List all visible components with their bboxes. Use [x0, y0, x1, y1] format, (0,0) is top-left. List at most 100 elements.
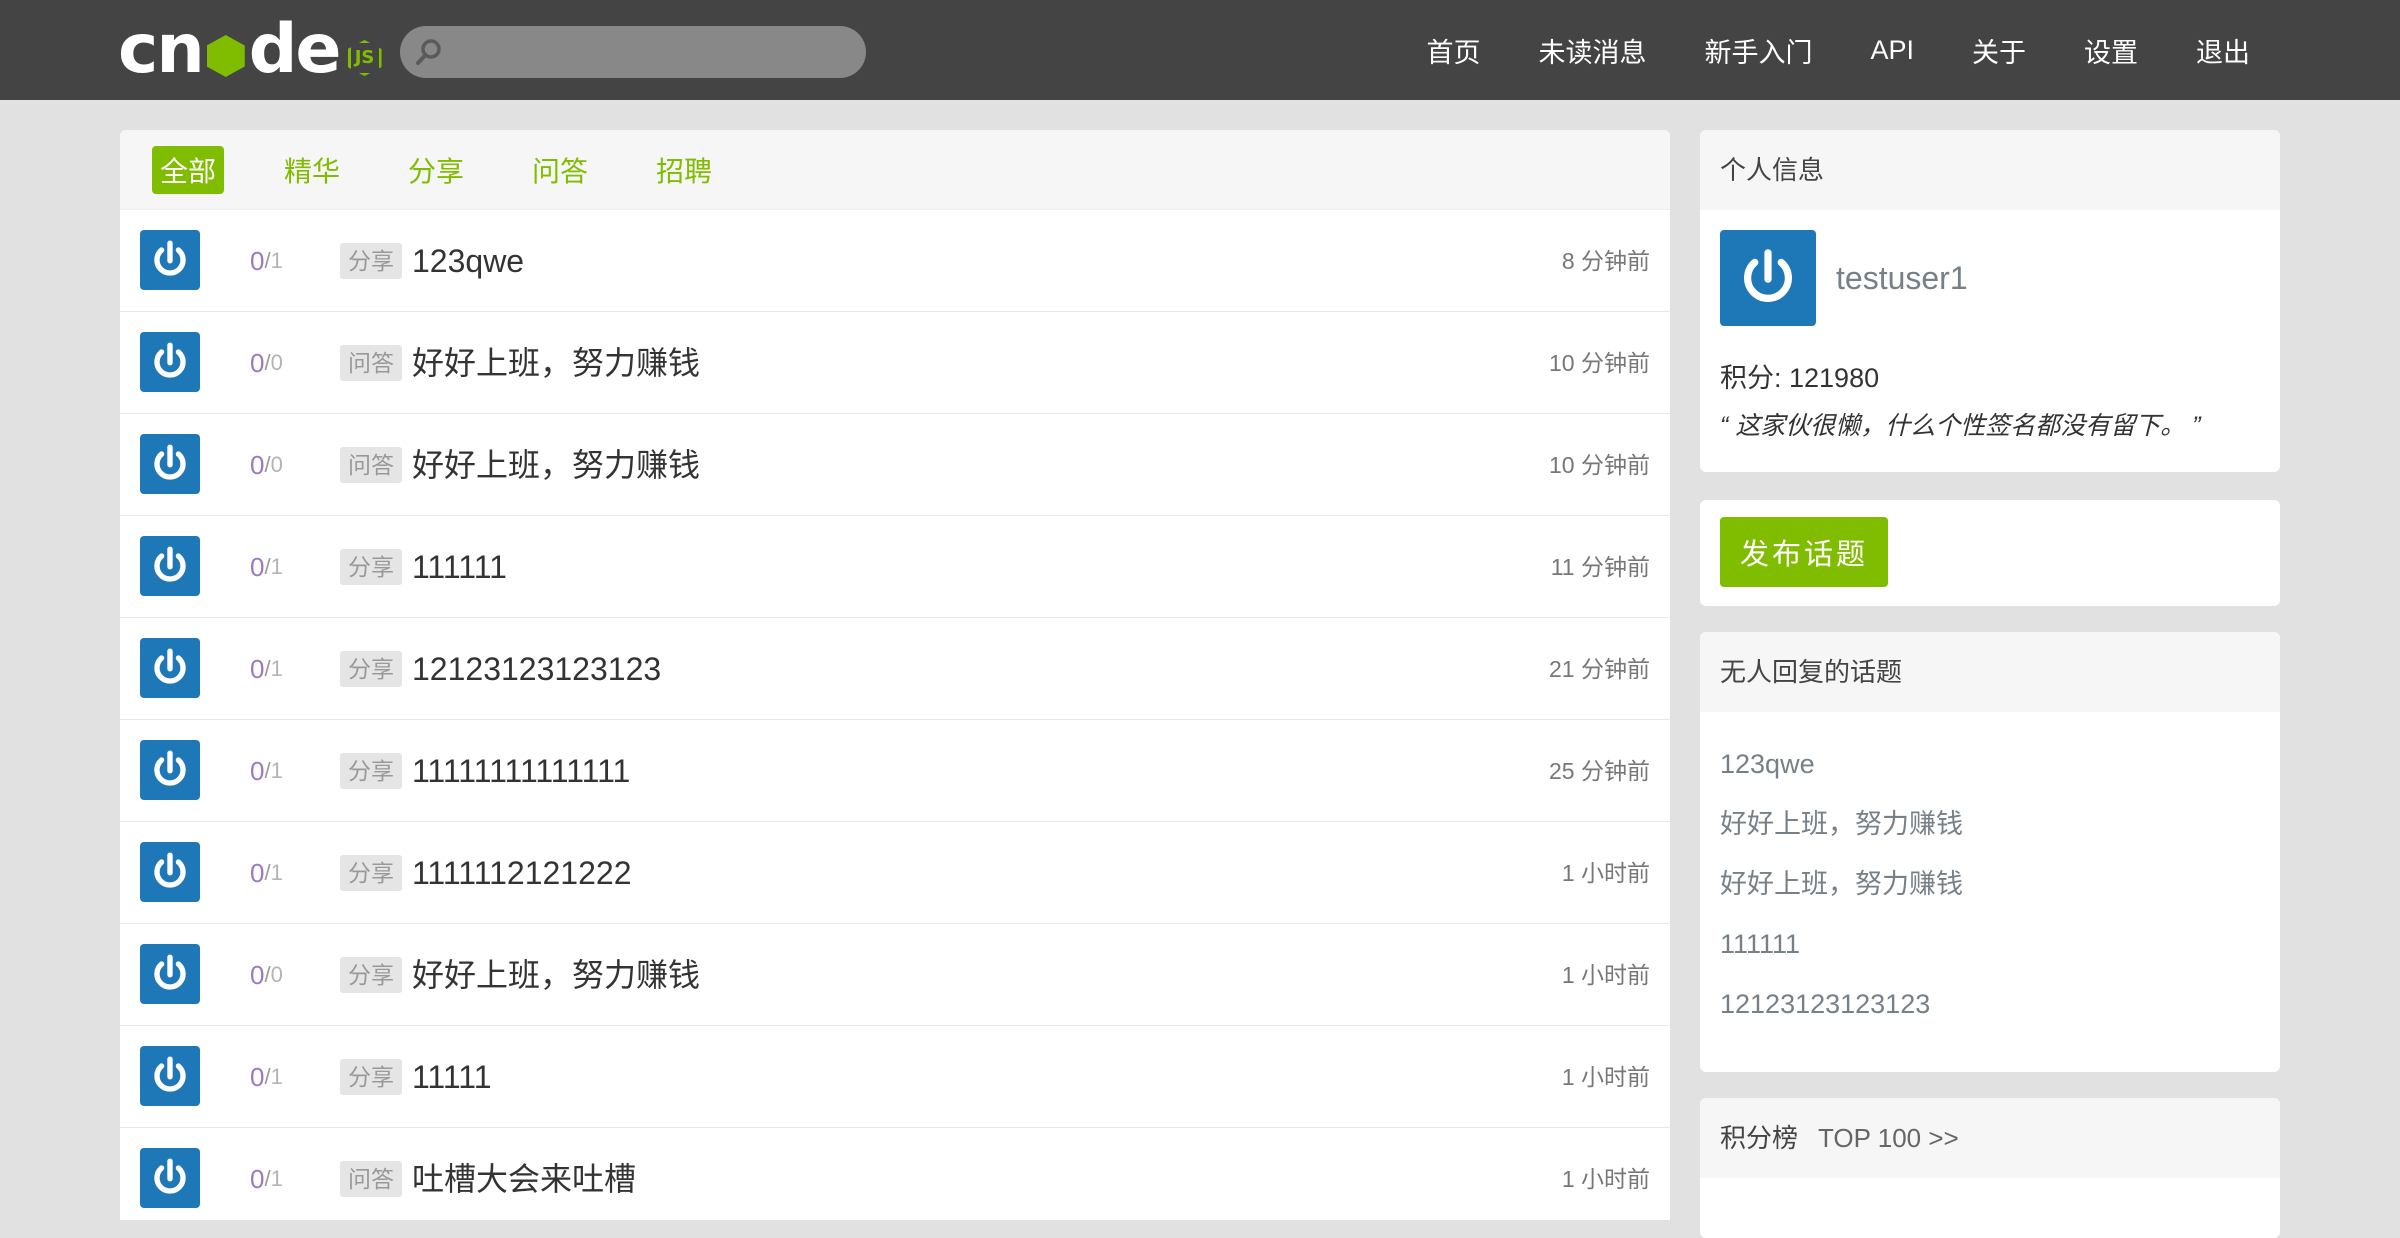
topic-title-link[interactable]: 好好上班，努力赚钱	[412, 312, 700, 414]
no-reply-item[interactable]: 123qwe	[1720, 734, 2280, 794]
rank-header: 积分榜 TOP 100 >>	[1700, 1098, 2280, 1178]
search-box[interactable]	[400, 26, 866, 78]
topic-title-link[interactable]: 好好上班，努力赚钱	[412, 414, 700, 516]
topic-title-link[interactable]: 12123123123123	[412, 618, 661, 720]
reply-visit-count: 0/1	[250, 1128, 283, 1220]
topic-tag: 分享	[340, 855, 402, 891]
visit-count: 1	[270, 656, 283, 681]
last-reply-time: 21 分钟前	[1549, 656, 1650, 682]
reply-count: 0	[250, 959, 265, 990]
create-topic-panel: 发布话题	[1700, 500, 2280, 606]
author-avatar[interactable]	[140, 842, 200, 902]
nav-link-getting-started[interactable]: 新手入门	[1704, 31, 1812, 70]
last-reply-time: 1 小时前	[1561, 1166, 1650, 1192]
no-reply-item[interactable]: 111111	[1720, 914, 2280, 974]
topic-row: 0/1 问答 吐槽大会来吐槽 1 小时前	[120, 1128, 1670, 1220]
topic-title-link[interactable]: 吐槽大会来吐槽	[412, 1128, 636, 1220]
topic-tag: 分享	[340, 651, 402, 687]
topic-row: 0/1 分享 11111111111111 25 分钟前	[120, 720, 1670, 822]
reply-visit-count: 0/1	[250, 516, 283, 618]
topic-list-panel: 全部 精华 分享 问答 招聘 0/1 分享 123qwe 8 分钟前 0/0 问答 好好上班…	[120, 130, 1670, 1220]
hexagon-o-icon	[206, 35, 245, 77]
topic-tag: 分享	[340, 1059, 402, 1095]
power-symbol-avatar-icon	[154, 342, 186, 378]
reply-count: 0	[250, 449, 265, 480]
topic-title-link[interactable]: 好好上班，努力赚钱	[412, 924, 700, 1026]
tab-all[interactable]: 全部	[152, 145, 225, 194]
author-avatar[interactable]	[140, 740, 200, 800]
nav-link-settings[interactable]: 设置	[2084, 31, 2138, 70]
tab-good[interactable]: 精华	[276, 146, 348, 194]
top-100-link[interactable]: TOP 100 >>	[1818, 1123, 1959, 1153]
topic-title-link[interactable]: 111111	[412, 516, 507, 618]
no-reply-header: 无人回复的话题	[1700, 632, 2280, 712]
last-reply-time: 25 分钟前	[1549, 758, 1650, 784]
search-input[interactable]	[452, 32, 866, 72]
no-reply-topics-panel: 无人回复的话题 123qwe 好好上班，努力赚钱 好好上班，努力赚钱 11111…	[1700, 632, 2280, 1072]
power-symbol-avatar-icon	[154, 1056, 186, 1092]
power-symbol-avatar-icon	[154, 1158, 186, 1194]
power-symbol-avatar-icon	[154, 240, 186, 276]
topic-tag: 问答	[340, 345, 402, 381]
create-topic-button[interactable]: 发布话题	[1720, 517, 1888, 587]
tab-share[interactable]: 分享	[400, 146, 472, 194]
nav-link-api[interactable]: API	[1870, 35, 1914, 66]
score-rank-panel: 积分榜 TOP 100 >>	[1700, 1098, 2280, 1238]
topic-title-link[interactable]: 123qwe	[412, 210, 524, 312]
author-avatar[interactable]	[140, 536, 200, 596]
last-reply-time: 8 分钟前	[1561, 248, 1650, 274]
reply-visit-count: 0/0	[250, 414, 283, 516]
nav-link-about[interactable]: 关于	[1972, 31, 2026, 70]
author-avatar[interactable]	[140, 944, 200, 1004]
topic-list: 0/1 分享 123qwe 8 分钟前 0/0 问答 好好上班，努力赚钱 10 分钟前 0/0 问…	[120, 210, 1670, 1220]
navbar: cnde JS 首页 未读消息 新手入门 API 关于 设置 退出	[0, 0, 2400, 100]
user-info-header: 个人信息	[1700, 130, 2280, 210]
nav-link-home[interactable]: 首页	[1426, 31, 1480, 70]
no-reply-item[interactable]: 12123123123123	[1720, 974, 2280, 1034]
reply-visit-count: 0/1	[250, 618, 283, 720]
power-symbol-avatar-icon	[154, 852, 186, 888]
last-reply-time: 1 小时前	[1561, 860, 1650, 886]
user-info-panel: 个人信息 testuser1 积分: 121980 “ 这家伙很懒，什么个性签名…	[1700, 130, 2280, 472]
visit-count: 1	[270, 1166, 283, 1191]
user-avatar[interactable]	[1720, 230, 1816, 326]
brand-logo[interactable]: cnde JS	[118, 12, 382, 88]
author-avatar[interactable]	[140, 332, 200, 392]
topic-row: 0/0 分享 好好上班，努力赚钱 1 小时前	[120, 924, 1670, 1026]
tab-ask[interactable]: 问答	[524, 146, 596, 194]
topic-row: 0/1 分享 11111 1 小时前	[120, 1026, 1670, 1128]
power-symbol-avatar-icon	[154, 954, 186, 990]
js-badge: JS	[347, 40, 382, 76]
nav-link-unread-messages[interactable]: 未读消息	[1538, 31, 1646, 70]
author-avatar[interactable]	[140, 638, 200, 698]
user-name-link[interactable]: testuser1	[1836, 230, 1968, 326]
topic-row: 0/1 分享 123qwe 8 分钟前	[120, 210, 1670, 312]
no-reply-item[interactable]: 好好上班，努力赚钱	[1720, 794, 2280, 854]
topic-title-link[interactable]: 11111111111111	[412, 720, 630, 822]
no-reply-item[interactable]: 好好上班，努力赚钱	[1720, 854, 2280, 914]
nav-links: 首页 未读消息 新手入门 API 关于 设置 退出	[1368, 0, 2250, 100]
topic-row: 0/0 问答 好好上班，努力赚钱 10 分钟前	[120, 414, 1670, 516]
last-reply-time: 1 小时前	[1561, 1064, 1650, 1090]
nav-link-logout[interactable]: 退出	[2196, 31, 2250, 70]
reply-count: 0	[250, 347, 265, 378]
topic-title-link[interactable]: 11111	[412, 1026, 491, 1128]
no-reply-list: 123qwe 好好上班，努力赚钱 好好上班，努力赚钱 111111 121231…	[1700, 712, 2280, 1034]
visit-count: 0	[270, 350, 283, 375]
author-avatar[interactable]	[140, 1046, 200, 1106]
author-avatar[interactable]	[140, 230, 200, 290]
last-reply-time: 10 分钟前	[1549, 452, 1650, 478]
power-symbol-avatar-icon	[154, 546, 186, 582]
reply-visit-count: 0/0	[250, 312, 283, 414]
author-avatar[interactable]	[140, 1148, 200, 1208]
reply-visit-count: 0/1	[250, 1026, 283, 1128]
tab-job[interactable]: 招聘	[648, 146, 720, 194]
visit-count: 1	[270, 554, 283, 579]
author-avatar[interactable]	[140, 434, 200, 494]
visit-count: 1	[270, 1064, 283, 1089]
reply-visit-count: 0/0	[250, 924, 283, 1026]
reply-count: 0	[250, 245, 265, 276]
rank-title: 积分榜	[1720, 1123, 1799, 1153]
topic-title-link[interactable]: 1111112121222	[412, 822, 631, 924]
last-reply-time: 1 小时前	[1561, 962, 1650, 988]
